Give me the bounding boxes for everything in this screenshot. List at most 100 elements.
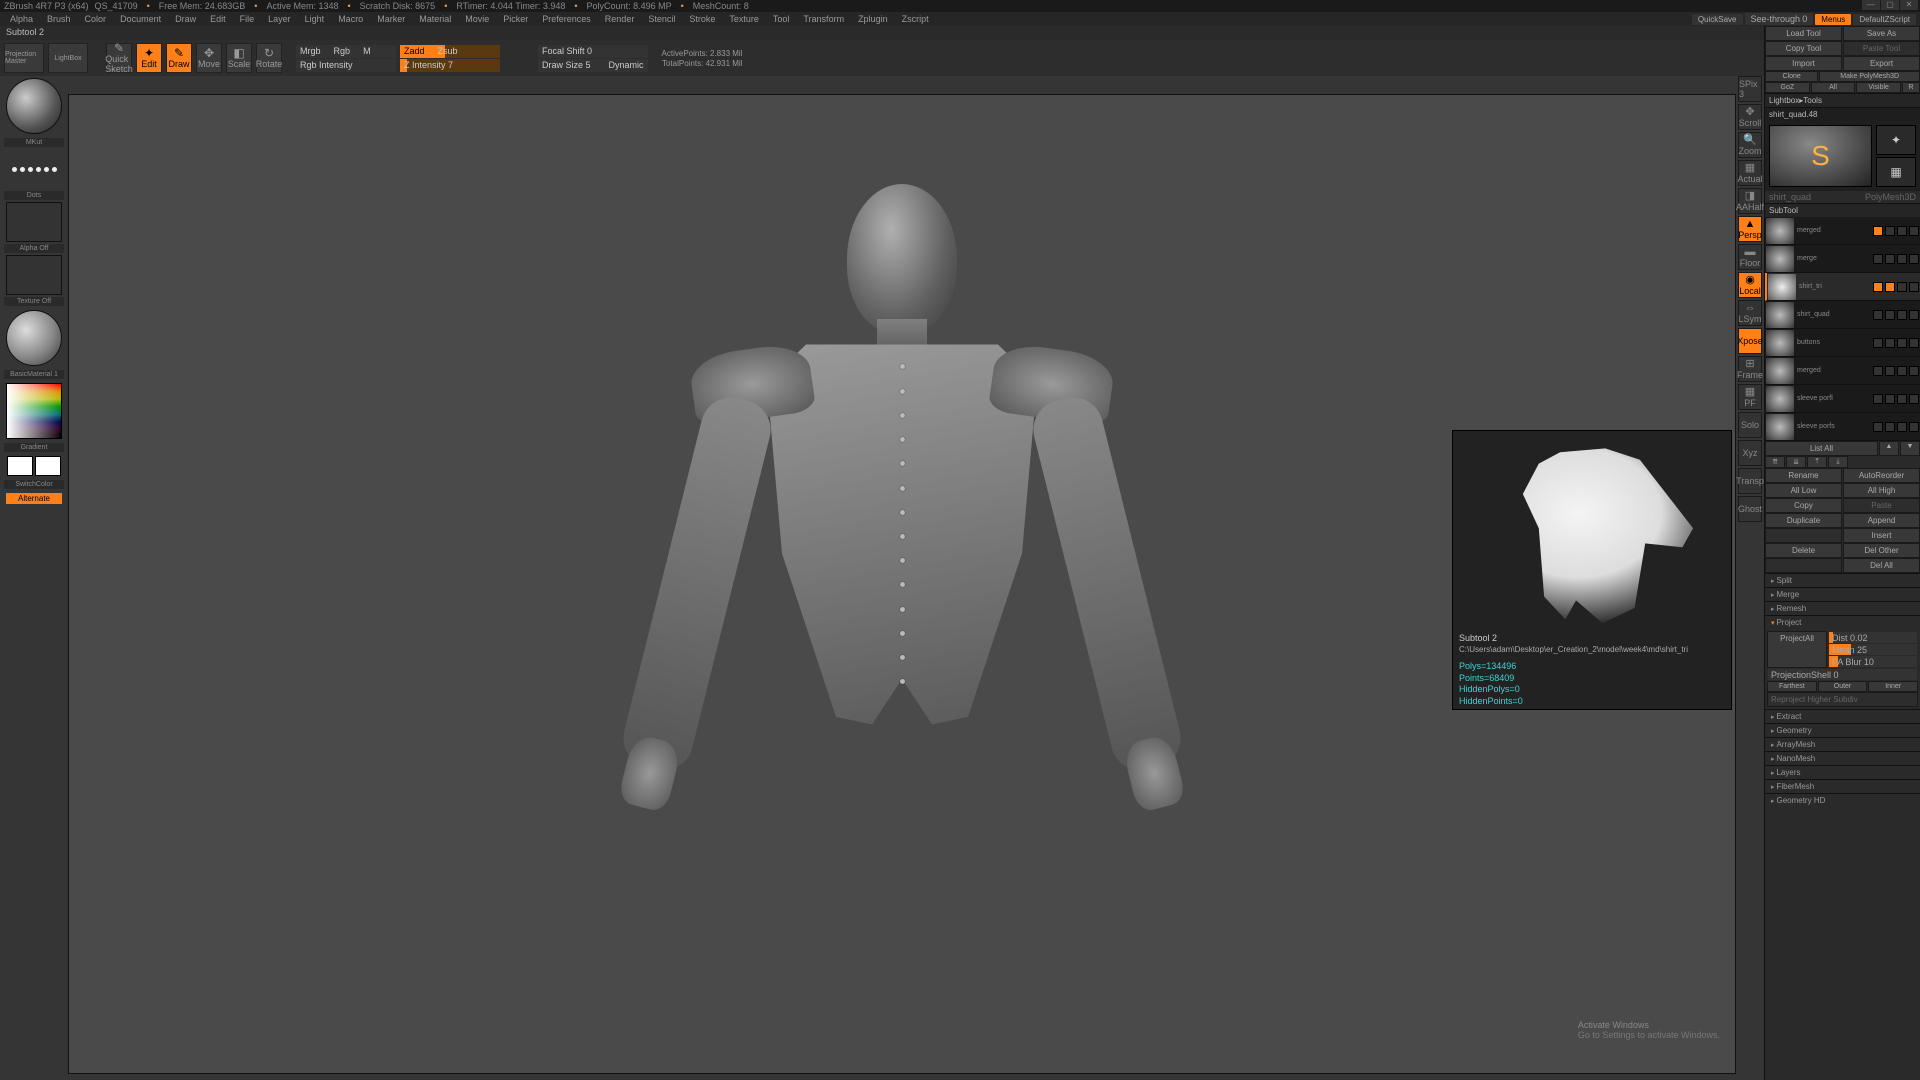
autoreorder-button[interactable]: AutoReorder xyxy=(1843,468,1920,483)
save-as-button[interactable]: Save As xyxy=(1843,26,1920,41)
brush-preview[interactable] xyxy=(6,78,62,134)
goz-r-button[interactable]: R xyxy=(1902,82,1920,93)
subtool-row[interactable]: merged xyxy=(1765,217,1920,245)
lightbox-tools-button[interactable]: Lightbox▸Tools xyxy=(1765,93,1920,107)
fibermesh-section[interactable]: FiberMesh xyxy=(1765,779,1920,793)
gradient-label[interactable]: Gradient xyxy=(4,443,64,452)
quicksave-button[interactable]: QuickSave xyxy=(1692,14,1743,25)
arrow-up-button[interactable]: ▲ xyxy=(1879,441,1899,456)
polyframe-button[interactable]: ▦PF xyxy=(1738,384,1762,410)
pablur-slider[interactable]: PA Blur 10 xyxy=(1829,656,1917,667)
split-section[interactable]: Split xyxy=(1765,573,1920,587)
menu-macro[interactable]: Macro xyxy=(332,13,369,25)
list-all-button[interactable]: List All xyxy=(1765,441,1878,456)
mrgb-toggle[interactable]: Mrgb Rgb M xyxy=(296,45,396,58)
menu-material[interactable]: Material xyxy=(413,13,457,25)
menu-movie[interactable]: Movie xyxy=(459,13,495,25)
inner-button[interactable]: Inner xyxy=(1868,681,1918,692)
projection-master-button[interactable]: Projection Master xyxy=(4,43,44,73)
all-down-button[interactable]: ⤓ xyxy=(1828,456,1848,468)
nanomesh-section[interactable]: NanoMesh xyxy=(1765,751,1920,765)
switch-color-button[interactable]: SwitchColor xyxy=(4,480,64,489)
menu-picker[interactable]: Picker xyxy=(497,13,534,25)
texture-preview[interactable] xyxy=(6,255,62,295)
rotate-mode-button[interactable]: ↻Rotate xyxy=(256,43,282,73)
subtool-row[interactable]: shirt_tri xyxy=(1765,273,1920,301)
persp-button[interactable]: ▲Persp xyxy=(1738,216,1762,242)
goz-visible-button[interactable]: Visible xyxy=(1856,82,1901,93)
copy-subtool-button[interactable]: Copy xyxy=(1765,498,1842,513)
load-tool-button[interactable]: Load Tool xyxy=(1765,26,1842,41)
color-picker[interactable] xyxy=(6,383,62,439)
draw-size-slider[interactable]: Draw Size 5 Dynamic xyxy=(538,59,648,72)
draw-mode-button[interactable]: ✎Draw xyxy=(166,43,192,73)
subtool-row[interactable]: sleeve porfs xyxy=(1765,413,1920,441)
del-all-button[interactable]: Del All xyxy=(1843,558,1920,573)
aahalf-button[interactable]: ◨AAHalf xyxy=(1738,188,1762,214)
subtool-header[interactable]: SubTool xyxy=(1765,203,1920,217)
seethrough-slider[interactable]: See-through 0 xyxy=(1745,13,1814,25)
mean-slider[interactable]: Mean 25 xyxy=(1829,644,1917,655)
menus-toggle[interactable]: Menus xyxy=(1815,14,1851,25)
all-low-button[interactable]: All Low xyxy=(1765,483,1842,498)
menu-transform[interactable]: Transform xyxy=(797,13,850,25)
arrow-down-button[interactable]: ▼ xyxy=(1900,441,1920,456)
floor-button[interactable]: ▬Floor xyxy=(1738,244,1762,270)
tool-preview[interactable]: S ✦▦ xyxy=(1765,121,1920,191)
menu-stroke[interactable]: Stroke xyxy=(683,13,721,25)
material-preview[interactable] xyxy=(6,310,62,366)
close-button[interactable]: ✕ xyxy=(1900,0,1918,10)
quick-sketch-button[interactable]: ✎Quick Sketch xyxy=(106,43,132,73)
scroll-button[interactable]: ✥Scroll xyxy=(1738,104,1762,130)
import-button[interactable]: Import xyxy=(1765,56,1842,71)
alpha-preview[interactable] xyxy=(6,202,62,242)
tool-name-label[interactable]: shirt_quad.48 xyxy=(1765,107,1920,121)
geometry-hd-section[interactable]: Geometry HD xyxy=(1765,793,1920,807)
zoom-button[interactable]: 🔍Zoom xyxy=(1738,132,1762,158)
geometry-section[interactable]: Geometry xyxy=(1765,723,1920,737)
outer-button[interactable]: Outer xyxy=(1818,681,1868,692)
frame-button[interactable]: ⊞Frame xyxy=(1738,356,1762,382)
focal-shift-slider[interactable]: Focal Shift 0 xyxy=(538,45,648,58)
ghost-button[interactable]: Ghost xyxy=(1738,496,1762,522)
maximize-button[interactable]: ▢ xyxy=(1881,0,1899,10)
scale-mode-button[interactable]: ◧Scale xyxy=(226,43,252,73)
project-section[interactable]: Project xyxy=(1765,615,1920,629)
append-button[interactable]: Append xyxy=(1843,513,1920,528)
extract-section[interactable]: Extract xyxy=(1765,709,1920,723)
lsym-button[interactable]: ⇔LSym xyxy=(1738,300,1762,326)
move-down-button[interactable]: ⇊ xyxy=(1786,456,1806,468)
z-intensity-slider[interactable]: Z Intensity 7 xyxy=(400,59,500,72)
menu-marker[interactable]: Marker xyxy=(371,13,411,25)
menu-file[interactable]: File xyxy=(234,13,261,25)
menu-stencil[interactable]: Stencil xyxy=(642,13,681,25)
minimize-button[interactable]: — xyxy=(1862,0,1880,10)
delete-button[interactable]: Delete xyxy=(1765,543,1842,558)
transp-button[interactable]: Transp xyxy=(1738,468,1762,494)
goz-button[interactable]: GoZ xyxy=(1765,82,1810,93)
menu-color[interactable]: Color xyxy=(79,13,113,25)
move-up-button[interactable]: ⇈ xyxy=(1765,456,1785,468)
subtool-row[interactable]: merged xyxy=(1765,357,1920,385)
zadd-toggle[interactable]: Zadd Zsub xyxy=(400,45,500,58)
subtool-row[interactable]: merge xyxy=(1765,245,1920,273)
rename-button[interactable]: Rename xyxy=(1765,468,1842,483)
menu-brush[interactable]: Brush xyxy=(41,13,77,25)
insert-button[interactable]: Insert xyxy=(1843,528,1920,543)
menu-render[interactable]: Render xyxy=(599,13,641,25)
edit-mode-button[interactable]: ✦Edit xyxy=(136,43,162,73)
rgb-intensity-slider[interactable]: Rgb Intensity xyxy=(296,59,396,72)
menu-zscript[interactable]: Zscript xyxy=(896,13,935,25)
menu-preferences[interactable]: Preferences xyxy=(536,13,597,25)
del-other-button[interactable]: Del Other xyxy=(1843,543,1920,558)
lightbox-button[interactable]: LightBox xyxy=(48,43,88,73)
layers-section[interactable]: Layers xyxy=(1765,765,1920,779)
projection-shell-slider[interactable]: ProjectionShell 0 xyxy=(1768,669,1917,680)
reproject-button[interactable]: Reproject Higher Subdiv xyxy=(1767,692,1918,707)
copy-tool-button[interactable]: Copy Tool xyxy=(1765,41,1842,56)
make-polymesh-button[interactable]: Make PolyMesh3D xyxy=(1819,71,1920,82)
stroke-preview[interactable] xyxy=(4,149,64,189)
secondary-color[interactable] xyxy=(35,456,61,476)
subtool-row[interactable]: shirt_quad xyxy=(1765,301,1920,329)
paste-tool-button[interactable]: Paste Tool xyxy=(1843,41,1920,56)
